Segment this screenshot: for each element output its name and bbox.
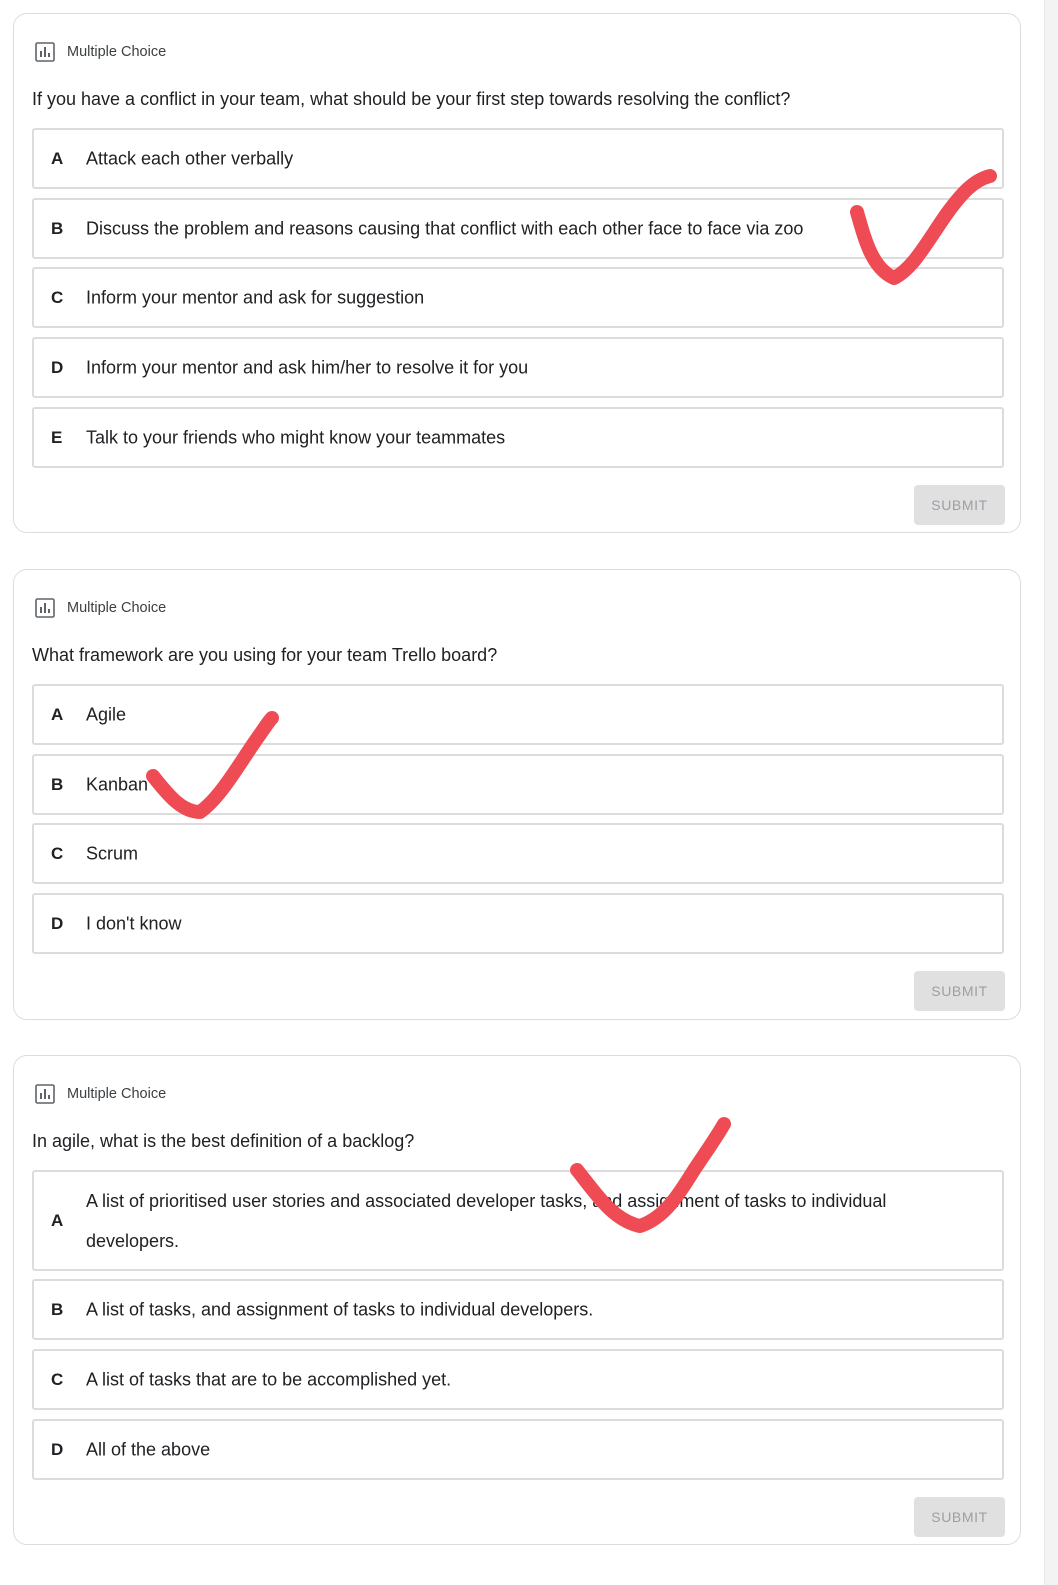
option-a[interactable]: A A list of prioritised user stories and… bbox=[32, 1170, 1004, 1271]
option-letter: C bbox=[51, 287, 64, 307]
option-text: Inform your mentor and ask for suggestio… bbox=[86, 287, 425, 307]
option-d[interactable]: D I don't know bbox=[32, 893, 1004, 954]
option-text: Attack each other verbally bbox=[86, 148, 294, 168]
submit-button[interactable]: SUBMIT bbox=[914, 485, 1005, 525]
option-text: Discuss the problem and reasons causing … bbox=[86, 218, 804, 238]
option-text: Kanban bbox=[86, 774, 149, 794]
option-letter: C bbox=[51, 843, 64, 863]
option-text: Agile bbox=[86, 704, 127, 724]
option-e[interactable]: E Talk to your friends who might know yo… bbox=[32, 407, 1004, 468]
option-letter: C bbox=[51, 1369, 64, 1389]
option-text: Talk to your friends who might know your… bbox=[86, 427, 506, 447]
option-b[interactable]: B Kanban bbox=[32, 754, 1004, 815]
card-type-label: Multiple Choice bbox=[67, 44, 167, 60]
scrollbar-track[interactable] bbox=[1044, 0, 1058, 1585]
option-d[interactable]: D All of the above bbox=[32, 1419, 1004, 1480]
card-type-label: Multiple Choice bbox=[67, 1086, 167, 1102]
poll-chart-icon bbox=[35, 598, 55, 618]
option-a[interactable]: A Attack each other verbally bbox=[32, 128, 1004, 189]
option-b[interactable]: B A list of tasks, and assignment of tas… bbox=[32, 1279, 1004, 1340]
submit-button[interactable]: SUBMIT bbox=[914, 971, 1005, 1011]
option-a[interactable]: A Agile bbox=[32, 684, 1004, 745]
option-c[interactable]: C A list of tasks that are to be accompl… bbox=[32, 1349, 1004, 1410]
option-c[interactable]: C Scrum bbox=[32, 823, 1004, 884]
option-letter: D bbox=[51, 913, 64, 933]
option-text: Inform your mentor and ask him/her to re… bbox=[86, 357, 529, 377]
option-text: Scrum bbox=[86, 843, 139, 863]
option-text: A list of tasks, and assignment of tasks… bbox=[86, 1299, 594, 1319]
option-text: I don't know bbox=[86, 913, 182, 933]
option-letter: B bbox=[51, 774, 64, 794]
option-text: A list of tasks that are to be accomplis… bbox=[86, 1369, 452, 1389]
option-letter: A bbox=[51, 148, 64, 168]
option-letter: B bbox=[51, 1299, 64, 1319]
option-text: A list of prioritised user stories and a… bbox=[86, 1190, 887, 1251]
option-c[interactable]: C Inform your mentor and ask for suggest… bbox=[32, 267, 1004, 328]
option-b[interactable]: B Discuss the problem and reasons causin… bbox=[32, 198, 1004, 259]
option-letter: E bbox=[51, 427, 63, 447]
question-card-3: Multiple Choice In agile, what is the be… bbox=[13, 1055, 1021, 1545]
question-card-1: Multiple Choice If you have a conflict i… bbox=[13, 13, 1021, 533]
card-header: Multiple Choice bbox=[35, 597, 166, 619]
poll-chart-icon bbox=[35, 42, 55, 62]
option-letter: A bbox=[51, 704, 64, 724]
question-text: If you have a conflict in your team, wha… bbox=[32, 89, 791, 109]
option-d[interactable]: D Inform your mentor and ask him/her to … bbox=[32, 337, 1004, 398]
question-card-2: Multiple Choice What framework are you u… bbox=[13, 569, 1021, 1020]
option-letter: B bbox=[51, 218, 64, 238]
option-letter: A bbox=[51, 1210, 64, 1230]
option-letter: D bbox=[51, 1439, 64, 1459]
question-text: What framework are you using for your te… bbox=[32, 645, 498, 665]
card-header: Multiple Choice bbox=[35, 41, 166, 63]
poll-chart-icon bbox=[35, 1084, 55, 1104]
card-header: Multiple Choice bbox=[35, 1083, 166, 1105]
option-letter: D bbox=[51, 357, 64, 377]
option-text: All of the above bbox=[86, 1439, 211, 1459]
card-type-label: Multiple Choice bbox=[67, 600, 167, 616]
question-text: In agile, what is the best definition of… bbox=[32, 1131, 415, 1151]
submit-button[interactable]: SUBMIT bbox=[914, 1497, 1005, 1537]
